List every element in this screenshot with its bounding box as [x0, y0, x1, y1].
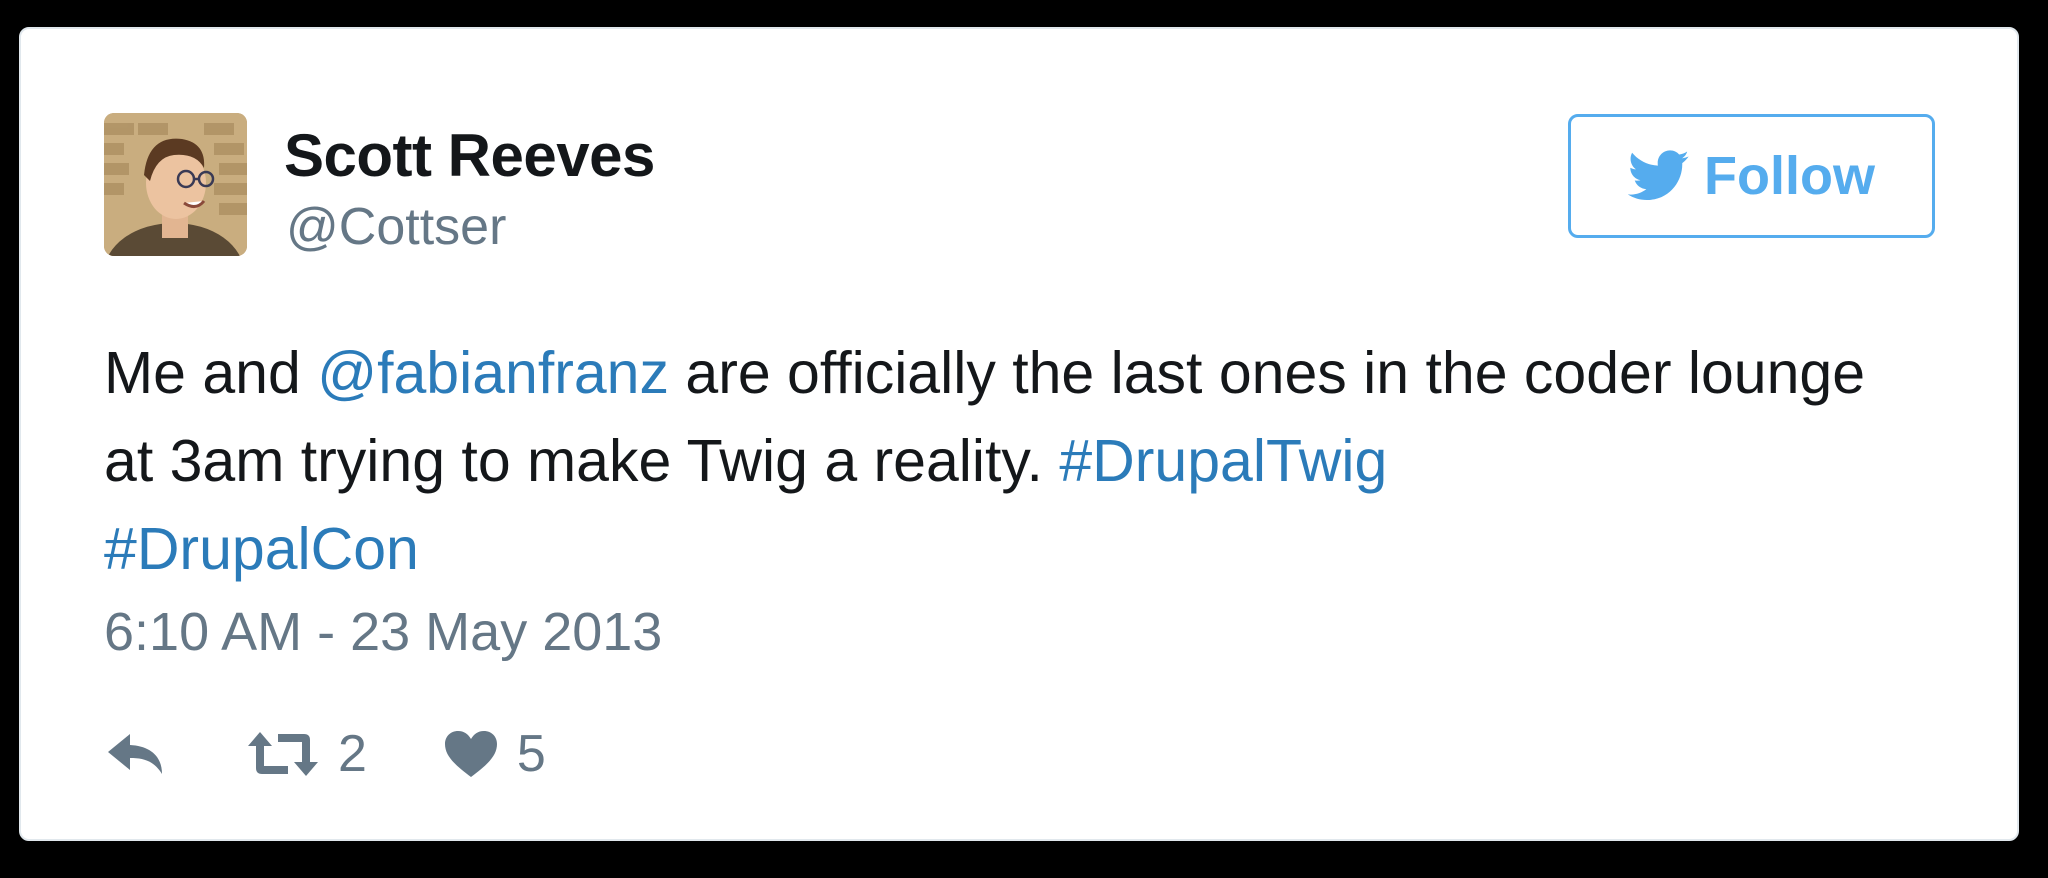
author-name[interactable]: Scott Reeves: [284, 121, 655, 190]
author-handle[interactable]: @Cottser: [286, 197, 506, 257]
follow-button[interactable]: Follow: [1568, 114, 1935, 238]
heart-icon: [444, 731, 497, 777]
tweet-timestamp[interactable]: 6:10 AM - 23 May 2013: [104, 601, 662, 663]
retweet-count: 2: [338, 725, 367, 783]
follow-button-label: Follow: [1704, 146, 1875, 206]
avatar[interactable]: [104, 113, 247, 256]
retweet-icon: [248, 732, 318, 776]
like-button[interactable]: 5: [443, 724, 546, 784]
like-count: 5: [516, 725, 546, 783]
mention-link[interactable]: @fabianfranz: [317, 340, 669, 406]
reply-button[interactable]: [104, 730, 168, 778]
tweet-actions: 2 5: [104, 719, 546, 789]
tweet-text: Me and @fabianfranz are officially the l…: [104, 329, 1904, 593]
hashtag-link[interactable]: #DrupalTwig: [1059, 428, 1387, 494]
hashtag-link[interactable]: #DrupalCon: [104, 516, 419, 582]
tweet-text-segment: Me and: [104, 340, 318, 406]
reply-icon: [108, 734, 162, 774]
retweet-button[interactable]: 2: [246, 724, 367, 784]
twitter-bird-icon: [1628, 149, 1690, 203]
tweet-card: Scott Reeves @Cottser Follow Me and @fab…: [19, 27, 2019, 841]
